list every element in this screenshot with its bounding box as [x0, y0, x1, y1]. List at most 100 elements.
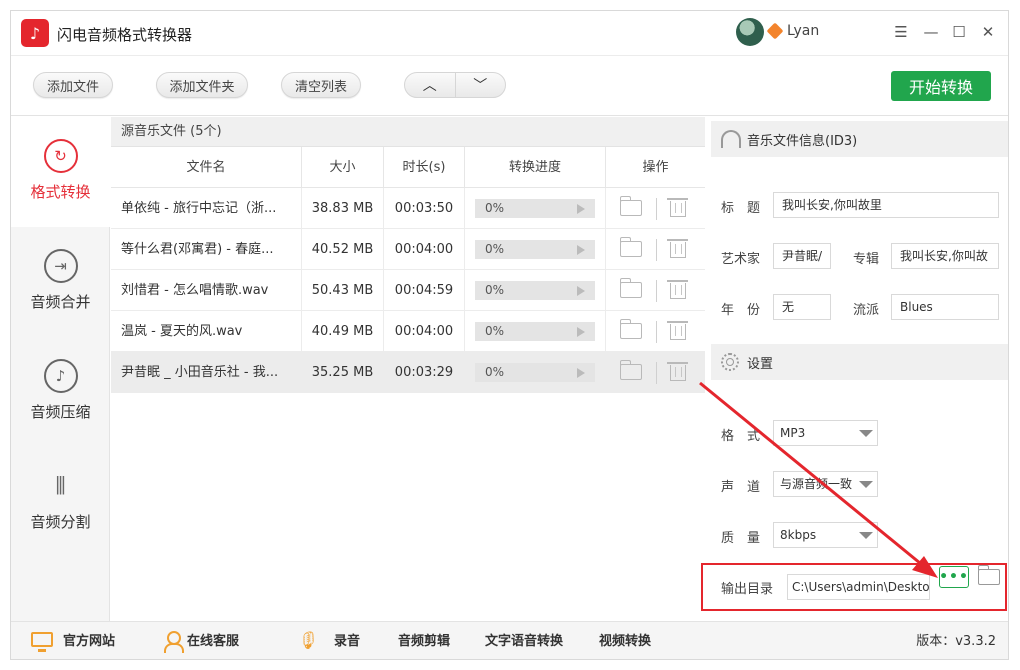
- file-size: 40.52 MB: [302, 229, 384, 270]
- delete-icon[interactable]: [667, 198, 688, 217]
- file-size: 35.25 MB: [302, 352, 384, 393]
- settings-section-header: 设置: [711, 344, 1008, 380]
- channel-value: 与源音频一致: [780, 477, 853, 491]
- format-select[interactable]: MP3: [773, 420, 878, 446]
- progress-bar: 0%: [475, 281, 595, 300]
- table-row[interactable]: 尹昔眠 _ 小田音乐社 - 我... 35.25 MB 00:03:29 0%: [111, 352, 705, 393]
- file-duration: 00:03:50: [384, 188, 465, 229]
- play-icon[interactable]: [577, 245, 585, 255]
- app-window: ♪ 闪电音频格式转换器 Lyan ☰ — ☐ ✕ 添加文件 添加文件夹 清空列表…: [10, 10, 1009, 660]
- channel-select[interactable]: 与源音频一致: [773, 471, 878, 497]
- sidebar-item-format-convert[interactable]: ↻ 格式转换: [11, 117, 110, 227]
- refresh-icon: ↻: [43, 139, 78, 173]
- quality-select[interactable]: 8kbps: [773, 522, 878, 548]
- sidebar-item-label: 音频合并: [30, 293, 91, 311]
- minimize-icon[interactable]: —: [920, 21, 942, 43]
- open-folder-icon[interactable]: [619, 319, 642, 339]
- sidebar-item-audio-merge[interactable]: ⇥ 音频合并: [11, 227, 110, 337]
- sidebar-item-audio-compress[interactable]: ♪ 音频压缩: [11, 337, 110, 447]
- table-row[interactable]: 温岚 - 夏天的风.wav 40.49 MB 00:04:00 0%: [111, 311, 705, 352]
- artist-input[interactable]: 尹昔眠/: [773, 243, 831, 269]
- delete-icon[interactable]: [667, 362, 688, 381]
- column-duration: 时长(s): [384, 147, 465, 188]
- maximize-icon[interactable]: ☐: [948, 21, 970, 43]
- format-value: MP3: [780, 426, 806, 440]
- open-folder-icon[interactable]: [619, 237, 642, 257]
- channel-label: 声 道: [721, 480, 761, 495]
- settings-header-label: 设置: [747, 356, 774, 372]
- progress-cell: 0%: [465, 311, 606, 352]
- progress-cell: 0%: [465, 352, 606, 393]
- chevron-down-icon: [859, 430, 873, 437]
- open-folder-icon[interactable]: [619, 360, 642, 380]
- column-progress: 转换进度: [465, 147, 606, 188]
- progress-bar: 0%: [475, 322, 595, 341]
- table-row[interactable]: 单依纯 - 旅行中忘记（浙... 38.83 MB 00:03:50 0%: [111, 188, 705, 229]
- audio-cut-link[interactable]: 音频剪辑: [398, 622, 450, 659]
- sidebar-item-audio-split[interactable]: ⫴ 音频分割: [11, 447, 110, 557]
- table-row[interactable]: 刘惜君 - 怎么唱情歌.wav 50.43 MB 00:04:59 0%: [111, 270, 705, 311]
- delete-icon[interactable]: [667, 321, 688, 340]
- ops-cell: [606, 352, 705, 393]
- output-dir-input[interactable]: C:\Users\admin\Desktop: [787, 574, 930, 600]
- artist-label: 艺术家: [721, 252, 761, 267]
- file-name: 温岚 - 夏天的风.wav: [111, 311, 302, 352]
- progress-bar: 0%: [475, 199, 595, 218]
- delete-icon[interactable]: [667, 280, 688, 299]
- close-icon[interactable]: ✕: [977, 21, 999, 43]
- monitor-icon: [31, 632, 53, 652]
- right-panel: 音乐文件信息(ID3) 标 题 我叫长安,你叫故里 艺术家 尹昔眠/ 专辑 我叫…: [701, 117, 1008, 621]
- reorder-buttons: ︿ ﹀: [404, 72, 506, 98]
- file-list-panel: 源音乐文件 (5个) 文件名 大小 时长(s) 转换进度 操作 单依纯 - 旅行…: [111, 117, 705, 621]
- column-ops: 操作: [642, 160, 669, 175]
- file-name: 刘惜君 - 怎么唱情歌.wav: [111, 270, 302, 311]
- year-input[interactable]: 无: [773, 294, 831, 320]
- ops-cell: [606, 229, 705, 270]
- user-avatar[interactable]: [736, 18, 764, 46]
- play-icon[interactable]: [577, 204, 585, 214]
- title-bar: ♪ 闪电音频格式转换器 Lyan ☰ — ☐ ✕: [11, 11, 1008, 56]
- title-input[interactable]: 我叫长安,你叫故里: [773, 192, 999, 218]
- sidebar-item-label: 音频压缩: [30, 403, 91, 421]
- username[interactable]: Lyan: [787, 23, 819, 39]
- open-folder-icon[interactable]: [619, 196, 642, 216]
- gear-icon: [721, 353, 739, 371]
- table-row[interactable]: 等什么君(邓寓君) - 春庭... 40.52 MB 00:04:00 0%: [111, 229, 705, 270]
- move-down-button[interactable]: ﹀: [456, 73, 506, 97]
- open-folder-icon[interactable]: [619, 278, 642, 298]
- service-link[interactable]: 在线客服: [187, 622, 239, 659]
- column-size: 大小: [302, 147, 384, 188]
- file-name: 等什么君(邓寓君) - 春庭...: [111, 229, 302, 270]
- browse-more-button[interactable]: •••: [939, 566, 969, 588]
- video-convert-link[interactable]: 视频转换: [599, 622, 651, 659]
- file-list-header: 源音乐文件 (5个): [111, 117, 705, 147]
- footer-bar: 官方网站 在线客服 🎙 录音 音频剪辑 文字语音转换 视频转换 版本：v3.3.…: [11, 621, 1008, 659]
- website-link[interactable]: 官方网站: [63, 622, 115, 659]
- add-file-button[interactable]: 添加文件: [33, 72, 113, 98]
- genre-label: 流派: [853, 303, 880, 318]
- record-link[interactable]: 录音: [334, 622, 360, 659]
- album-label: 专辑: [853, 252, 880, 267]
- vip-badge-icon: [766, 22, 784, 40]
- version-label: 版本：v3.3.2: [916, 634, 996, 649]
- output-dir-label: 输出目录: [721, 582, 774, 597]
- play-icon[interactable]: [577, 286, 585, 296]
- move-up-button[interactable]: ︿: [405, 73, 456, 97]
- ops-cell: [606, 311, 705, 352]
- add-folder-button[interactable]: 添加文件夹: [156, 72, 248, 98]
- delete-icon[interactable]: [667, 239, 688, 258]
- play-icon[interactable]: [577, 327, 585, 337]
- sidebar-item-label: 音频分割: [30, 513, 91, 531]
- album-input[interactable]: 我叫长安,你叫故: [891, 243, 999, 269]
- tts-link[interactable]: 文字语音转换: [485, 622, 563, 659]
- play-icon[interactable]: [577, 368, 585, 378]
- start-convert-button[interactable]: 开始转换: [891, 71, 991, 101]
- chevron-down-icon: [859, 481, 873, 488]
- open-output-folder-icon[interactable]: [977, 565, 1000, 585]
- menu-icon[interactable]: ☰: [890, 21, 912, 43]
- genre-input[interactable]: Blues: [891, 294, 999, 320]
- clear-list-button[interactable]: 清空列表: [281, 72, 361, 98]
- progress-cell: 0%: [465, 188, 606, 229]
- app-title: 闪电音频格式转换器: [57, 26, 193, 44]
- music-note-icon: ♪: [43, 359, 78, 393]
